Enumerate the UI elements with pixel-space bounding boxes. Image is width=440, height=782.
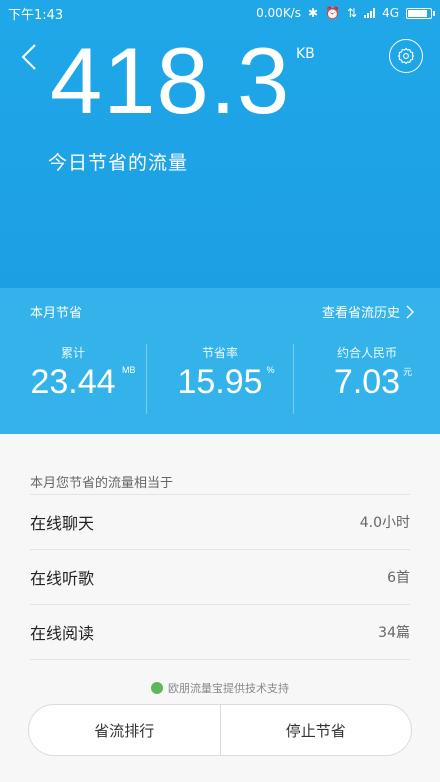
history-link[interactable]: 查看省流历史 <box>322 302 414 321</box>
stat-label: 累计 <box>60 346 85 360</box>
stat-unit: 元 <box>403 367 413 377</box>
battery-level <box>408 9 427 17</box>
stat-unit: MB <box>122 365 136 375</box>
list-item: 在线阅读 34篇 <box>30 605 410 660</box>
stat-value: 23.44 MB <box>30 363 135 402</box>
saved-today-value: 418.3 <box>50 28 291 133</box>
network-speed: 0.00K/s <box>256 6 301 20</box>
stat-number: 23.44 <box>30 363 116 401</box>
powered-by-label: 欧朋流量宝提供技术支持 <box>168 682 289 695</box>
alarm-icon: ⏰ <box>325 6 340 20</box>
bluetooth-icon: ✱ <box>307 6 319 20</box>
month-stats: 累计 23.44 MB 节省率 15.95 % 约合人民币 7.03 元 <box>0 344 440 414</box>
signal-icon <box>364 8 376 18</box>
stat-value: 15.95 % <box>177 363 274 402</box>
equivalents-title: 本月您节省的流量相当于 <box>30 476 174 491</box>
equiv-value: 6首 <box>387 570 410 586</box>
stat-number: 7.03 <box>333 363 401 401</box>
stat-unit: % <box>266 365 275 375</box>
stat-total: 累计 23.44 MB <box>0 344 146 414</box>
leaf-icon <box>151 682 163 694</box>
list-item: 在线聊天 4.0小时 <box>30 495 410 550</box>
equiv-name: 在线听歌 <box>30 569 95 588</box>
back-chevron-icon[interactable] <box>14 40 44 74</box>
ranking-button[interactable]: 省流排行 <box>29 705 220 755</box>
battery-icon <box>406 7 435 19</box>
stat-rmb: 约合人民币 7.03 元 <box>293 344 440 414</box>
month-title: 本月节省 <box>30 306 83 321</box>
hero-subtitle: 今日节省的流量 <box>48 152 189 174</box>
equivalents-list: 在线聊天 4.0小时 在线听歌 6首 在线阅读 34篇 <box>30 494 410 660</box>
bottom-action-bar: 省流排行 停止节省 <box>28 704 412 756</box>
powered-by: 欧朋流量宝提供技术支持 <box>0 680 440 696</box>
month-summary: 本月节省 查看省流历史 累计 23.44 MB 节省率 15.95 % 约合人民… <box>0 288 440 434</box>
stat-number: 15.95 <box>177 363 263 401</box>
chevron-right-icon <box>406 305 414 318</box>
status-bar: 下午1:43 0.00K/s ✱ ⏰ ⇅ 4G <box>0 0 440 26</box>
data-transfer-icon: ⇅ <box>347 6 358 20</box>
equiv-value: 4.0小时 <box>359 515 410 531</box>
status-icons: 0.00K/s ✱ ⏰ ⇅ 4G <box>256 6 435 20</box>
equiv-name: 在线聊天 <box>30 514 95 533</box>
stat-value: 7.03 元 <box>333 363 412 402</box>
equiv-name: 在线阅读 <box>30 624 95 643</box>
equivalents-section: 本月您节省的流量相当于 在线聊天 4.0小时 在线听歌 6首 在线阅读 34篇 … <box>0 434 440 782</box>
history-link-label: 查看省流历史 <box>321 306 400 321</box>
status-time: 下午1:43 <box>8 7 64 23</box>
saved-today-unit: KB <box>296 46 315 62</box>
network-type: 4G <box>382 6 399 20</box>
hero-section: 418.3 KB 今日节省的流量 <box>0 26 440 288</box>
stat-label: 约合人民币 <box>336 346 397 360</box>
gear-icon[interactable] <box>389 39 423 73</box>
list-item: 在线听歌 6首 <box>30 550 410 605</box>
stop-saving-button[interactable]: 停止节省 <box>219 705 412 755</box>
stat-rate: 节省率 15.95 % <box>146 344 293 414</box>
stat-label: 节省率 <box>201 346 238 360</box>
equiv-value: 34篇 <box>378 625 410 641</box>
